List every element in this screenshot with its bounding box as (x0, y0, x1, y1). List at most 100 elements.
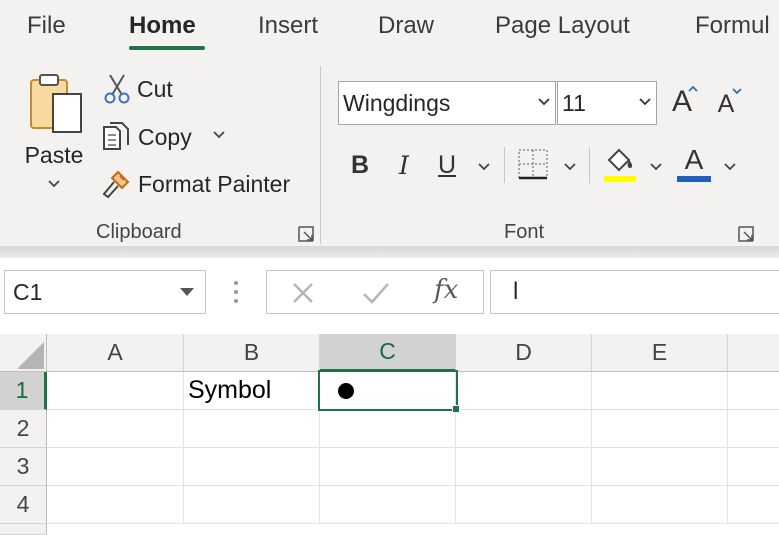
chevron-down-icon (533, 94, 555, 112)
format-painter-button[interactable]: Format Painter (100, 166, 290, 202)
tab-draw[interactable]: Draw (378, 12, 434, 40)
cell-d1[interactable] (456, 372, 592, 410)
name-box-value: C1 (13, 278, 43, 305)
cell-b4[interactable] (184, 486, 320, 524)
fill-color-chevron-icon[interactable] (649, 162, 663, 172)
select-all-triangle-icon (17, 342, 44, 369)
format-painter-icon (102, 170, 130, 199)
row-header-3[interactable]: 3 (0, 448, 47, 486)
column-header-f[interactable] (728, 334, 779, 372)
caret-up-icon (688, 85, 698, 92)
clipboard-dialog-launcher-icon[interactable] (298, 226, 314, 242)
name-box[interactable]: C1 (4, 270, 206, 314)
cell-c1[interactable] (320, 372, 456, 410)
fill-color-icon[interactable] (603, 146, 637, 184)
row-header-2[interactable]: 2 (0, 410, 47, 448)
cell-b1[interactable]: Symbol (184, 372, 320, 410)
tab-insert[interactable]: Insert (258, 12, 318, 40)
paste-label: Paste (24, 142, 84, 168)
column-header-c[interactable]: C (320, 334, 456, 372)
borders-chevron-icon[interactable] (563, 162, 577, 172)
cell-a4[interactable] (47, 486, 184, 524)
formula-bar-grip-icon[interactable] (233, 280, 239, 304)
font-name-combobox[interactable]: Wingdings (338, 81, 556, 125)
font-color-label: A (684, 144, 704, 175)
cell-a2[interactable] (47, 410, 184, 448)
triangle-down-icon (180, 288, 194, 296)
cell-d2[interactable] (456, 410, 592, 448)
cell-f3[interactable] (728, 448, 779, 486)
borders-icon[interactable] (517, 148, 549, 180)
cancel-icon[interactable] (289, 279, 317, 307)
column-header-b[interactable]: B (184, 334, 320, 372)
column-header-e[interactable]: E (592, 334, 728, 372)
cell-e1[interactable] (592, 372, 728, 410)
font-color-chevron-icon[interactable] (723, 162, 737, 172)
ribbon-tab-bar: File Home Insert Draw Page Layout Formul (0, 0, 779, 56)
column-header-a[interactable]: A (47, 334, 184, 372)
font-group-divider (589, 147, 590, 183)
format-painter-label: Format Painter (138, 170, 291, 197)
tab-home[interactable]: Home (129, 12, 196, 40)
font-color-swatch (677, 176, 711, 182)
cell-d4[interactable] (456, 486, 592, 524)
cell-c2[interactable] (320, 410, 456, 448)
copy-label: Copy (138, 123, 192, 150)
bullet-glyph (338, 382, 354, 399)
italic-button[interactable]: I (390, 148, 418, 182)
decrease-font-size-button[interactable]: A (708, 86, 744, 122)
tab-formulas[interactable]: Formul (695, 12, 770, 40)
row-header-5[interactable] (0, 524, 47, 535)
ribbon-group-divider (320, 66, 321, 244)
row-header-1[interactable]: 1 (0, 372, 47, 410)
font-name-value: Wingdings (343, 89, 451, 116)
cell-b2[interactable] (184, 410, 320, 448)
chevron-down-icon (634, 94, 656, 112)
font-group-label: Font (504, 221, 545, 243)
cell-b3[interactable] (184, 448, 320, 486)
copy-button[interactable]: Copy (100, 119, 192, 155)
cell-f4[interactable] (728, 486, 779, 524)
name-box-dropdown[interactable] (169, 288, 205, 296)
formula-bar-buttons: fx (266, 270, 484, 314)
underline-options-chevron-icon[interactable] (477, 162, 491, 172)
fill-handle[interactable] (452, 405, 460, 413)
cell-a1[interactable] (47, 372, 184, 410)
enter-check-icon[interactable] (361, 279, 391, 307)
underline-button[interactable]: U (432, 148, 462, 182)
select-all-button[interactable] (0, 334, 47, 372)
cell-c3[interactable] (320, 448, 456, 486)
font-size-value: 11 (562, 89, 586, 116)
caret-down-icon (732, 88, 742, 95)
font-size-combobox[interactable]: 11 (557, 81, 657, 125)
insert-function-button[interactable]: fx (434, 275, 458, 305)
tab-page-layout[interactable]: Page Layout (495, 12, 630, 40)
cut-label: Cut (137, 75, 173, 102)
ribbon-shadow (0, 246, 779, 258)
copy-options-chevron-icon[interactable] (212, 130, 226, 140)
font-group-divider (504, 147, 505, 183)
column-header-d[interactable]: D (456, 334, 592, 372)
font-color-button[interactable]: A (677, 144, 711, 176)
cell-d3[interactable] (456, 448, 592, 486)
chevron-down-icon (48, 180, 60, 188)
cell-e2[interactable] (592, 410, 728, 448)
font-dialog-launcher-icon[interactable] (738, 226, 754, 242)
cell-c4[interactable] (320, 486, 456, 524)
paste-button[interactable]: Paste (22, 72, 86, 196)
scissors-icon (104, 74, 130, 104)
row-header-4[interactable]: 4 (0, 486, 47, 524)
tab-file[interactable]: File (27, 12, 66, 40)
cell-f1[interactable] (728, 372, 779, 410)
active-tab-indicator (129, 46, 205, 50)
cell-e3[interactable] (592, 448, 728, 486)
cell-a3[interactable] (47, 448, 184, 486)
increase-font-size-button[interactable]: A (664, 82, 700, 122)
bold-button[interactable]: B (346, 148, 374, 182)
formula-input[interactable]: l (490, 270, 779, 314)
cut-button[interactable]: Cut (102, 72, 173, 106)
copy-icon (103, 122, 129, 150)
cell-f2[interactable] (728, 410, 779, 448)
paste-icon (30, 74, 82, 133)
cell-e4[interactable] (592, 486, 728, 524)
